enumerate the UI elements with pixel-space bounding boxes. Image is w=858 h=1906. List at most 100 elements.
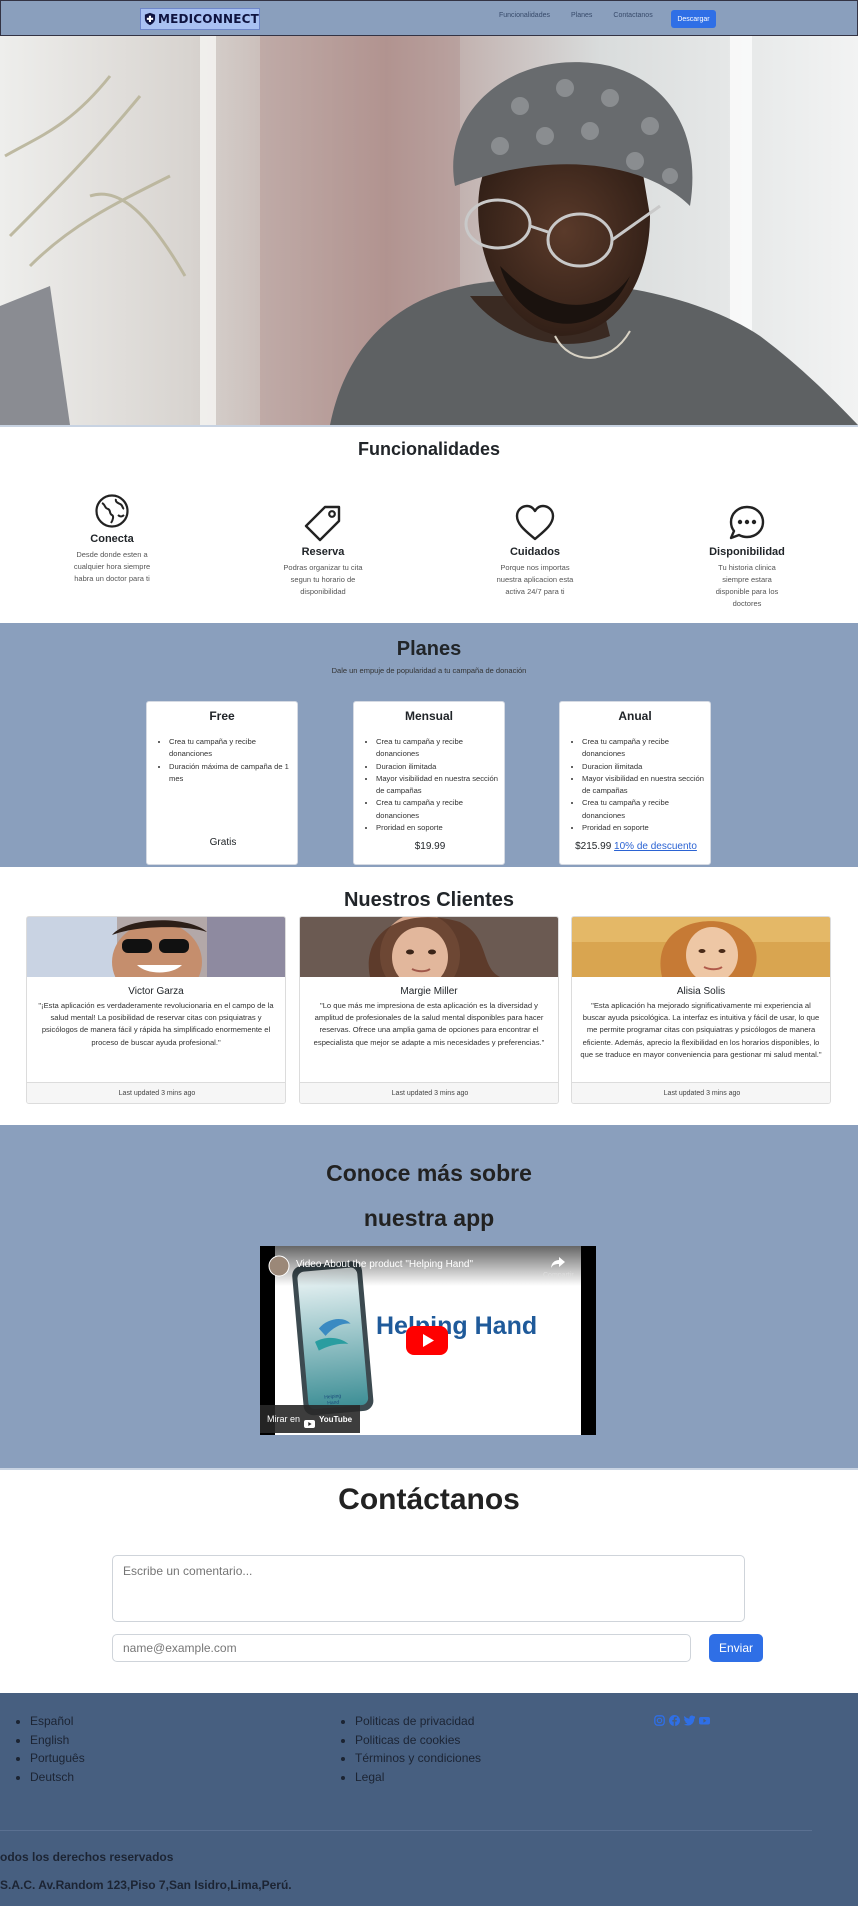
- feature-title: Cuidados: [509, 546, 561, 558]
- card-footer: Last updated 3 mins ago: [27, 1082, 285, 1103]
- plan-feature: Duración máxima de campaña de 1 mes: [169, 761, 293, 786]
- feature-desc: Desde donde esten a cualquier hora siemp…: [73, 550, 151, 583]
- client-quote: "¡Esta aplicación es verdaderamente revo…: [38, 1001, 274, 1047]
- discount-link[interactable]: 10% de descuento: [614, 841, 697, 852]
- card-footer: Last updated 3 mins ago: [300, 1082, 558, 1103]
- plan-price: $215.99: [575, 841, 612, 852]
- language-option[interactable]: Deutsch: [30, 1768, 85, 1787]
- heart-icon: [515, 504, 555, 541]
- download-button[interactable]: Descargar: [671, 10, 716, 28]
- plan-feature: Duracion ilimitada: [582, 761, 706, 773]
- legal-link[interactable]: Politicas de cookies: [355, 1731, 481, 1750]
- contact-section: Contáctanos name@example.com Enviar: [0, 1468, 858, 1693]
- feature-cuidados: Cuidados Porque nos importas nuestra apl…: [455, 504, 615, 598]
- plan-card-mensual: Mensual Crea tu campaña y recibe donanci…: [353, 701, 505, 865]
- legal-link[interactable]: Politicas de privacidad: [355, 1712, 481, 1731]
- watch-on-label: Mirar en: [267, 1414, 301, 1424]
- video-brand-text: Helping Hand: [376, 1312, 538, 1340]
- client-photo: [572, 917, 830, 977]
- client-quote: "Esta aplicación ha mejorado significati…: [580, 1001, 822, 1059]
- chat-dots-icon: [729, 505, 765, 540]
- client-quote: "Lo que más me impresiona de esta aplica…: [313, 1001, 545, 1047]
- comment-textarea[interactable]: [112, 1555, 745, 1622]
- address-text: S.A.C. Av.Random 123,Piso 7,San Isidro,L…: [0, 1878, 292, 1892]
- language-list: Español English Português Deutsch: [18, 1712, 85, 1786]
- card-footer: Last updated 3 mins ago: [572, 1082, 830, 1103]
- language-option[interactable]: Português: [30, 1749, 85, 1768]
- plan-price: Gratis: [209, 837, 237, 848]
- nav-link-contactanos[interactable]: Contactanos: [613, 12, 652, 19]
- plans-section: Planes Dale un empuje de popularidad a t…: [0, 623, 858, 867]
- language-option[interactable]: Español: [30, 1712, 85, 1731]
- video-player[interactable]: Video About the product "Helping Hand" C…: [260, 1246, 596, 1435]
- rights-text: odos los derechos reservados: [0, 1850, 174, 1864]
- feature-disponibilidad: Disponibilidad Tu historia clinica siemp…: [667, 504, 827, 610]
- plan-price: $19.99: [414, 841, 446, 852]
- plan-card-anual: Anual Crea tu campaña y recibe donancion…: [559, 701, 711, 865]
- clients-section: Nuestros Clientes Victor Garza "¡Esta ap…: [0, 867, 858, 1125]
- send-button[interactable]: Enviar: [709, 1634, 763, 1662]
- plan-feature: Crea tu campaña y recibe donanciones: [582, 736, 706, 761]
- nav-link-funcionalidades[interactable]: Funcionalidades: [499, 12, 550, 19]
- video-title[interactable]: Video About the product "Helping Hand": [296, 1259, 473, 1270]
- feature-desc: Tu historia clinica siempre estara dispo…: [715, 563, 779, 608]
- features-section: Funcionalidades Conecta Desde donde este…: [0, 425, 858, 623]
- share-label[interactable]: Compartir: [543, 1272, 574, 1279]
- shield-cross-icon: [144, 12, 156, 26]
- plan-feature: Mayor visibilidad en nuestra sección de …: [582, 773, 706, 798]
- plan-feature: Crea tu campaña y recibe donanciones: [169, 736, 293, 761]
- instagram-icon[interactable]: [654, 1713, 665, 1726]
- feature-desc: Porque nos importas nuestra aplicacion e…: [496, 563, 574, 596]
- youtube-play-icon[interactable]: [406, 1326, 448, 1355]
- youtube-logo-icon: [304, 1415, 316, 1428]
- tag-icon: [304, 505, 341, 542]
- plan-features: Crea tu campaña y recibe donanciones Dur…: [582, 736, 706, 834]
- feature-reserva: Reserva Podras organizar tu cita segun t…: [243, 504, 403, 598]
- clients-title: Nuestros Clientes: [343, 889, 515, 911]
- social-links: [654, 1713, 710, 1726]
- features-title: Funcionalidades: [357, 439, 501, 459]
- globe-icon: [95, 494, 129, 528]
- plan-title: Mensual: [404, 709, 453, 723]
- plan-feature: Proridad en soporte: [582, 822, 706, 834]
- nav-link-planes[interactable]: Planes: [571, 12, 592, 19]
- legal-link[interactable]: Términos y condiciones: [355, 1749, 481, 1768]
- plan-feature: Crea tu campaña y recibe donanciones: [376, 797, 500, 822]
- app-title-line1: Conoce más sobre: [326, 1160, 532, 1186]
- brand-logo[interactable]: MEDICONNECT: [140, 8, 260, 30]
- twitter-icon[interactable]: [684, 1713, 696, 1726]
- nav-links: Funcionalidades Planes Contactanos: [499, 12, 653, 19]
- feature-title: Reserva: [301, 546, 345, 558]
- watch-on-youtube[interactable]: Mirar en YouTube: [260, 1405, 360, 1433]
- footer: Español English Português Deutsch Politi…: [0, 1693, 858, 1906]
- hero-image: [0, 36, 858, 425]
- client-name: Alisia Solis: [676, 986, 726, 997]
- feature-desc: Podras organizar tu cita segun tu horari…: [283, 563, 363, 596]
- plan-title: Anual: [618, 709, 652, 723]
- client-name: Margie Miller: [400, 986, 458, 997]
- plan-feature: Crea tu campaña y recibe donanciones: [582, 797, 706, 822]
- footer-divider: [0, 1830, 812, 1831]
- client-photo: [300, 917, 558, 977]
- app-title-line2: nuestra app: [363, 1205, 495, 1231]
- client-card-margie: Margie Miller "Lo que más me impresiona …: [299, 916, 559, 1104]
- legal-links: Politicas de privacidad Politicas de coo…: [343, 1712, 481, 1786]
- plan-feature: Proridad en soporte: [376, 822, 500, 834]
- contact-title: Contáctanos: [338, 1483, 520, 1516]
- plans-title: Planes: [396, 638, 462, 660]
- share-icon[interactable]: [551, 1256, 565, 1268]
- client-name: Victor Garza: [128, 986, 184, 997]
- youtube-wordmark: YouTube: [319, 1414, 353, 1424]
- facebook-icon[interactable]: [669, 1713, 680, 1726]
- email-field[interactable]: name@example.com: [112, 1634, 691, 1662]
- plan-feature: Crea tu campaña y recibe donanciones: [376, 736, 500, 761]
- plan-card-free: Free Crea tu campaña y recibe donancione…: [146, 701, 298, 865]
- plans-subtitle: Dale un empuje de popularidad a tu campa…: [331, 666, 527, 675]
- feature-title: Disponibilidad: [709, 546, 785, 558]
- youtube-icon[interactable]: [699, 1713, 710, 1725]
- language-option[interactable]: English: [30, 1731, 85, 1750]
- plan-features: Crea tu campaña y recibe donanciones Dur…: [169, 736, 293, 785]
- legal-link[interactable]: Legal: [355, 1768, 481, 1787]
- plan-price-row: $215.99 10% de descuento: [560, 841, 712, 852]
- client-card-alisia: Alisia Solis "Esta aplicación ha mejorad…: [571, 916, 831, 1104]
